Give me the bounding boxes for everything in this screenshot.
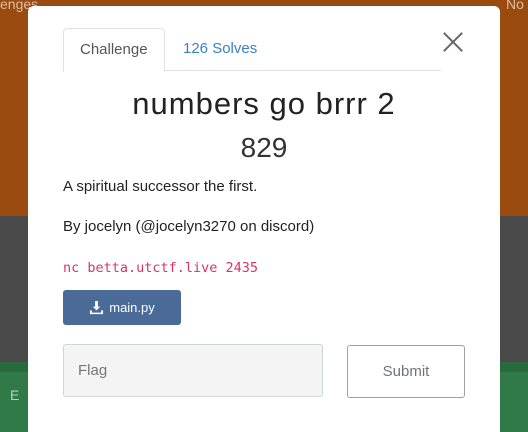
flag-input[interactable] [63, 344, 323, 397]
modal-tabs: Challenge 126 Solves [63, 28, 441, 72]
card-text-left: E [10, 387, 20, 403]
challenge-description: A spiritual successor the first. [63, 178, 258, 195]
submit-button[interactable]: Submit [347, 345, 465, 398]
download-icon [90, 300, 104, 315]
header-text-right: No [506, 0, 524, 12]
challenge-title: numbers go brrr 2 [132, 86, 396, 121]
close-icon[interactable] [440, 30, 466, 56]
challenge-author: By jocelyn (@jocelyn3270 on discord) [63, 218, 315, 235]
file-name: main.py [109, 300, 155, 315]
tab-solves[interactable]: 126 Solves [167, 28, 273, 71]
tab-challenge[interactable]: Challenge [63, 28, 165, 72]
challenge-points: 829 [240, 132, 288, 163]
connection-command: nc betta.utctf.live 2435 [63, 260, 259, 276]
download-file-button[interactable]: main.py [63, 290, 181, 325]
